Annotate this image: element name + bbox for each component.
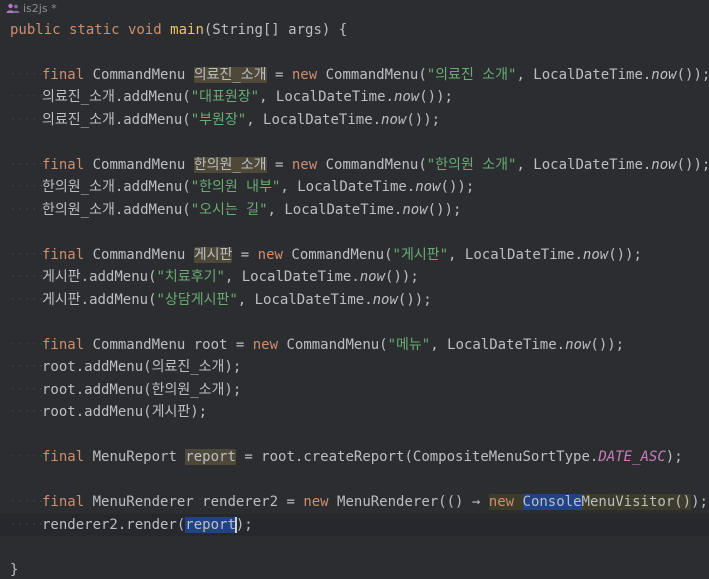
indent-guide: ········ (10, 249, 42, 260)
file-tab-title: is2js * (23, 1, 57, 15)
code-line[interactable]: ········ 의료진_소개.addMenu("대표원장", LocalDat… (0, 86, 709, 108)
code-line[interactable]: ········ root.addMenu(의료진_소개); (0, 356, 709, 378)
indent-guide: ········ (10, 361, 42, 372)
code-line[interactable]: ········ 한의원_소개.addMenu("오시는 길", LocalDa… (0, 199, 709, 221)
code-line[interactable]: } (0, 559, 709, 579)
code-line[interactable]: ········ final MenuRenderer renderer2 = … (0, 491, 709, 513)
indent-guide: ········ (10, 384, 42, 395)
users-icon (6, 3, 20, 13)
indent-guide: ········ (10, 181, 42, 192)
indent-guide: ········ (10, 496, 42, 507)
indent-guide: ········ (10, 114, 42, 125)
indent-guide: ········ (10, 69, 42, 80)
indent-guide: ········ (10, 91, 42, 102)
code-line[interactable]: ········ final CommandMenu 한의원_소개 = new … (0, 154, 709, 176)
indent-guide: ········ (10, 294, 42, 305)
code-line[interactable]: ········ final MenuReport report = root.… (0, 446, 709, 468)
code-line[interactable]: ········ root.addMenu(한의원_소개); (0, 379, 709, 401)
code-line[interactable]: ········ 게시판.addMenu("치료후기", LocalDateTi… (0, 266, 709, 288)
code-line-current[interactable]: ········ renderer2.render(report); (0, 514, 709, 536)
indent-guide: ········ (10, 406, 42, 417)
indent-guide: ········ (10, 159, 42, 170)
indent-guide: ········ (10, 204, 42, 215)
code-line[interactable]: ········ final CommandMenu 의료진_소개 = new … (0, 64, 709, 86)
indent-guide: ········ (10, 339, 42, 350)
indent-guide: ········ (10, 451, 42, 462)
code-line[interactable]: public static void main(String[] args) { (0, 19, 709, 41)
code-line[interactable]: ········ final CommandMenu 게시판 = new Com… (0, 244, 709, 266)
code-line[interactable]: ········ 의료진_소개.addMenu("부원장", LocalDate… (0, 109, 709, 131)
code-line[interactable]: ········ root.addMenu(게시판); (0, 401, 709, 423)
code-line[interactable]: ········ 게시판.addMenu("상담게시판", LocalDateT… (0, 289, 709, 311)
code-line[interactable]: ········ final CommandMenu root = new Co… (0, 334, 709, 356)
indent-guide: ········ (10, 271, 42, 282)
code-line[interactable]: ········ 한의원_소개.addMenu("한의원 내부", LocalD… (0, 176, 709, 198)
indent-guide: ········ (10, 519, 42, 530)
code-editor[interactable]: is2js * public static void main(String[]… (0, 0, 709, 579)
file-tab[interactable]: is2js * (0, 0, 57, 16)
